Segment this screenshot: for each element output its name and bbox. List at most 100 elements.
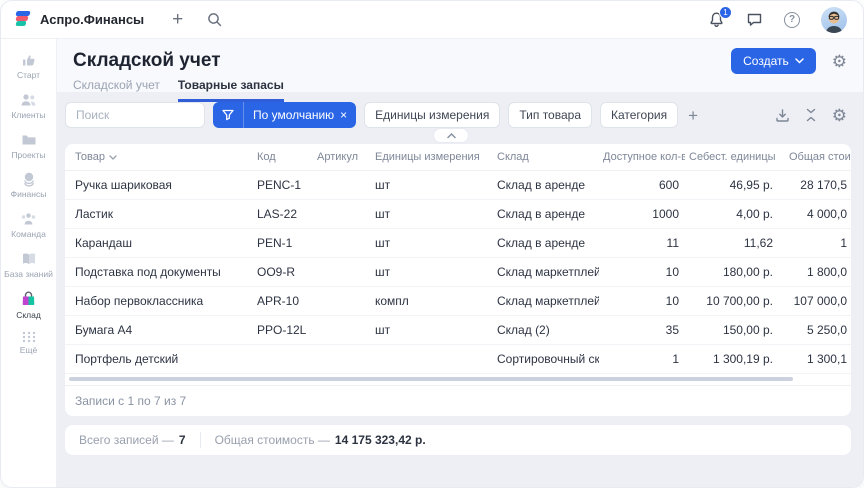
more-grid-icon (22, 331, 36, 343)
search-input[interactable] (65, 102, 205, 128)
cell-warehouse: Склад маркетплейса (487, 265, 599, 279)
avatar[interactable] (821, 7, 847, 33)
cell-unit: шт (365, 236, 487, 250)
col-warehouse[interactable]: Склад (487, 151, 599, 163)
notification-badge: 1 (719, 6, 732, 19)
total-records-value: 7 (179, 433, 186, 447)
scrollbar-thumb[interactable] (69, 377, 793, 381)
col-article[interactable]: Артикул (307, 151, 365, 163)
book-icon (21, 251, 37, 267)
settings-gear-icon[interactable]: ⚙ (832, 53, 847, 70)
create-button[interactable]: Создать (731, 48, 816, 74)
create-button-label: Создать (743, 54, 789, 68)
cell-total: 107 000,0 (779, 294, 851, 308)
sidebar-item-more[interactable]: Ещё (2, 326, 56, 362)
cell-qty: 10 (599, 265, 685, 279)
sidebar-item-warehouse[interactable]: Склад (2, 286, 56, 327)
filter-units-button[interactable]: Единицы измерения (364, 102, 500, 128)
sort-chevron-icon (109, 155, 117, 160)
cell-qty: 10 (599, 294, 685, 308)
sidebar-item-label: Ещё (20, 346, 37, 356)
cell-unit-cost: 4,00 р. (685, 207, 779, 221)
cell-product: Ластик (65, 207, 247, 221)
main-area: Складской учет Создать ⚙ Складской учет … (57, 39, 863, 488)
total-cost-label: Общая стоимость — (215, 433, 330, 447)
col-available-qty[interactable]: Доступное кол-во (599, 151, 685, 163)
total-cost-value: 14 175 323,42 р. (335, 433, 426, 447)
pagination-status: Записи с 1 по 7 из 7 (65, 385, 851, 416)
cell-qty: 11 (599, 236, 685, 250)
table-row[interactable]: Ручка шариковая PENC-1 шт Склад в аренде… (65, 171, 851, 200)
cell-unit-cost: 11,62 (685, 236, 779, 250)
cell-unit-cost: 150,00 р. (685, 323, 779, 337)
cell-total: 5 250,0 (779, 323, 851, 337)
help-icon[interactable]: ? (784, 12, 800, 28)
collapse-rows-icon[interactable] (805, 108, 817, 122)
notifications-bell-icon[interactable]: 1 (708, 11, 725, 28)
sidebar-item-clients[interactable]: Клиенты (2, 87, 56, 127)
funnel-icon[interactable] (213, 102, 243, 128)
sidebar-item-projects[interactable]: Проекты (2, 127, 56, 167)
cell-product: Портфель детский (65, 352, 247, 366)
table-header: Товар Код Артикул Единицы измерения Скла… (65, 144, 851, 171)
cell-unit-cost: 10 700,00 р. (685, 294, 779, 308)
page-title: Складской учет (73, 50, 221, 72)
add-filter-icon[interactable]: + (688, 107, 698, 124)
cell-warehouse: Склад маркетплейса (487, 294, 599, 308)
table-settings-gear-icon[interactable]: ⚙ (832, 107, 847, 124)
thumbs-up-icon (21, 52, 37, 68)
col-code[interactable]: Код (247, 151, 307, 163)
chevron-up-icon (447, 133, 456, 139)
app-name: Аспро.Финансы (40, 12, 144, 27)
chat-icon[interactable] (746, 11, 763, 28)
sidebar-item-knowledge-base[interactable]: База знаний (2, 246, 56, 286)
sidebar-item-start[interactable]: Старт (2, 47, 56, 87)
sidebar-item-finances[interactable]: Финансы (2, 166, 56, 206)
filter-category-button[interactable]: Категория (600, 102, 678, 128)
coins-icon (21, 171, 37, 187)
col-unit-cost[interactable]: Себест. единицы (685, 151, 779, 163)
col-total-cost[interactable]: Общая стоимость (779, 151, 851, 163)
sidebar-item-label: База знаний (4, 270, 53, 280)
page-header: Складской учет Создать ⚙ Складской учет … (57, 39, 863, 92)
cell-total: 28 170,5 (779, 178, 851, 192)
table-row[interactable]: Карандаш PEN-1 шт Склад в аренде 11 11,6… (65, 229, 851, 258)
table-row[interactable]: Портфель детский Сортировочный скла 1 1 … (65, 345, 851, 374)
cell-code: PENC-1 (247, 178, 307, 192)
shop-bag-icon (20, 291, 37, 308)
cell-unit: шт (365, 323, 487, 337)
cell-total: 1 300,1 (779, 352, 851, 366)
table-row[interactable]: Бумага А4 PPO-12L шт Склад (2) 35 150,00… (65, 316, 851, 345)
cell-qty: 1000 (599, 207, 685, 221)
search-icon[interactable] (207, 12, 222, 27)
chevron-down-icon (795, 58, 804, 64)
cell-product: Ручка шариковая (65, 178, 247, 192)
sidebar-item-label: Финансы (11, 190, 47, 200)
cell-unit: шт (365, 265, 487, 279)
cell-warehouse: Склад в аренде (487, 207, 599, 221)
remove-filter-icon[interactable]: × (340, 108, 356, 122)
cell-warehouse: Сортировочный скла (487, 352, 599, 366)
cell-qty: 35 (599, 323, 685, 337)
cell-total: 4 000,0 (779, 207, 851, 221)
cell-code: PEN-1 (247, 236, 307, 250)
horizontal-scrollbar[interactable] (69, 376, 847, 382)
table-row[interactable]: Набор первоклассника APR-10 компл Склад … (65, 287, 851, 316)
filter-default-chip[interactable]: По умолчанию × (213, 102, 356, 128)
collapse-filters-button[interactable] (433, 128, 469, 143)
topbar: Аспро.Финансы + 1 ? (1, 1, 863, 39)
cell-unit: компл (365, 294, 487, 308)
download-icon[interactable] (775, 108, 790, 123)
add-icon[interactable]: + (172, 10, 183, 29)
table-row[interactable]: Подставка под документы OO9-R шт Склад м… (65, 258, 851, 287)
cell-unit-cost: 180,00 р. (685, 265, 779, 279)
table-row[interactable]: Ластик LAS-22 шт Склад в аренде 1000 4,0… (65, 200, 851, 229)
sidebar-item-team[interactable]: Команда (2, 206, 56, 246)
filter-product-type-button[interactable]: Тип товара (508, 102, 592, 128)
col-product[interactable]: Товар (65, 151, 247, 163)
sidebar: Старт Клиенты Проекты Финансы Команда Ба… (1, 39, 57, 488)
col-units[interactable]: Единицы измерения (365, 151, 487, 163)
filter-chip-label: По умолчанию (244, 108, 340, 122)
content: По умолчанию × Единицы измерения Тип тов… (57, 92, 863, 455)
cell-product: Набор первоклассника (65, 294, 247, 308)
